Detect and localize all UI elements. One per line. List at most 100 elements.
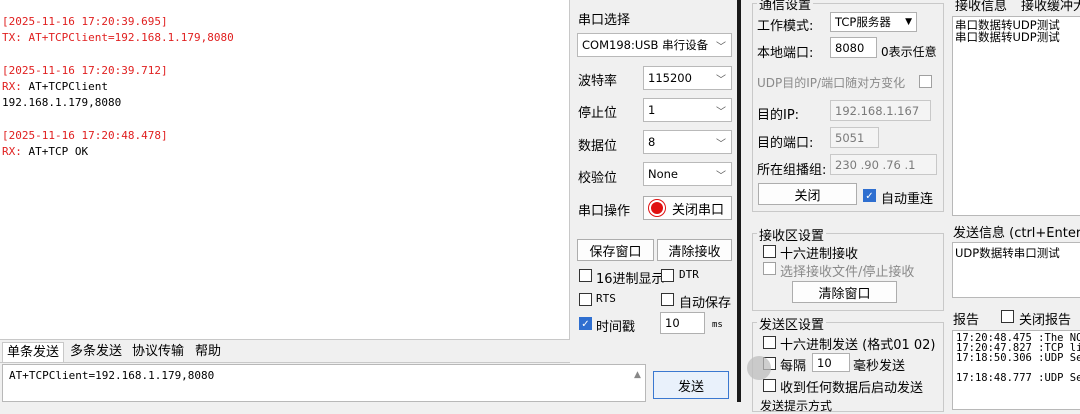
interval-input[interactable]: 10 [812, 353, 850, 372]
close-port-label: 关闭串口 [671, 202, 724, 218]
port-select[interactable]: COM198:USB 串行设备 ﹀ [577, 33, 732, 57]
send-button[interactable]: 发送 [653, 371, 729, 399]
local-port-input[interactable]: 8080 [830, 37, 877, 58]
report-box[interactable]: 17:20:48.475 :The NO 17:20:47.827 :TCP li… [952, 330, 1080, 410]
port-hint: 0表示任意 [881, 45, 937, 59]
recv-file-checkbox[interactable] [763, 262, 776, 275]
hex-display-checkbox[interactable] [579, 269, 592, 282]
auto-reconnect-checkbox[interactable]: ✓ [863, 189, 876, 202]
recv-line: 串口数据转UDP测试 [955, 30, 1060, 44]
parity-label: 校验位 [578, 171, 618, 186]
chevron-down-icon: ﹀ [716, 171, 726, 182]
auto-reconnect-label: 自动重连 [881, 192, 934, 207]
chevron-down-icon: ﹀ [716, 42, 726, 53]
send-button-label: 发送 [677, 379, 704, 395]
record-icon [650, 202, 663, 214]
clear-recv-button[interactable]: 清除接收 [657, 239, 732, 261]
recv-buffer-label: 接收缓冲大 [1021, 0, 1080, 14]
close-report-label: 关闭报告 [1019, 313, 1072, 328]
send-input[interactable]: AT+TCPClient=192.168.1.179,8080 [2, 364, 646, 402]
group-label: 所在组播组: [757, 163, 827, 178]
send-on-recv-label: 收到任何数据后启动发送 [780, 381, 924, 396]
data-label: 数据位 [578, 139, 618, 154]
clear-recv-label: 清除接收 [668, 244, 721, 260]
window-divider [737, 0, 741, 402]
parity-select[interactable]: None ﹀ [643, 162, 732, 186]
op-label: 串口操作 [578, 204, 631, 219]
data-select[interactable]: 8 ﹀ [643, 130, 732, 154]
tab-single-send[interactable]: 单条发送 [2, 342, 65, 362]
ip-label: 目的IP: [757, 108, 800, 123]
baud-value: 115200 [648, 71, 692, 85]
serial-title: 串口选择 [578, 13, 631, 28]
log-line: TX: AT+TCPClient=192.168.1.179,8080 [2, 31, 234, 44]
recv-settings-title: 接收区设置 [757, 225, 827, 244]
dest-ip-value: 192.168.1.167 [835, 103, 920, 118]
rts-label: RTS [596, 292, 616, 305]
mode-select[interactable]: TCP服务器 ▼ [830, 12, 917, 32]
report-line: 17:18:50.306 :UDP Se [956, 352, 1080, 364]
receive-log[interactable]: [2025-11-16 17:20:39.695] TX: AT+TCPClien… [0, 0, 570, 340]
clear-window-button[interactable]: 清除窗口 [792, 281, 897, 303]
wechat-logo-icon [747, 356, 771, 380]
parity-value: None [648, 167, 679, 181]
port-value: COM198:USB 串行设备 [582, 38, 709, 52]
baud-select[interactable]: 115200 ﹀ [643, 66, 732, 90]
chevron-down-icon: ﹀ [716, 75, 726, 86]
send-on-recv-checkbox[interactable] [763, 379, 776, 392]
multicast-input[interactable]: 230 .90 .76 .1 [830, 154, 937, 175]
hex-send-checkbox[interactable] [763, 336, 776, 349]
close-report-checkbox[interactable] [1001, 310, 1014, 323]
rts-checkbox[interactable] [579, 293, 592, 306]
close-port-button[interactable]: 关闭串口 [643, 196, 732, 220]
send-tabs: 单条发送 多条发送 协议传输 帮助 [0, 341, 570, 363]
send-input-text: AT+TCPClient=192.168.1.179,8080 [9, 369, 215, 382]
port-label: 本地端口: [757, 46, 814, 61]
scroll-up-icon[interactable]: ▲ [634, 370, 641, 380]
log-line: [2025-11-16 17:20:39.695] [2, 15, 168, 28]
dtr-checkbox[interactable] [661, 269, 674, 282]
recv-info-box[interactable]: 串口数据转UDP测试 串口数据转UDP测试 [952, 16, 1080, 216]
hex-recv-checkbox[interactable] [763, 245, 776, 258]
net-close-button[interactable]: 关闭 [758, 183, 857, 205]
report-line: 17:18:48.777 :UDP Se [956, 372, 1080, 384]
stop-label: 停止位 [578, 106, 618, 121]
send-cut-label: 发送提示方式 [760, 399, 833, 413]
net-settings-title: 通信设置 [757, 0, 814, 13]
log-line: 192.168.1.179,8080 [2, 96, 122, 109]
local-port-value: 8080 [835, 40, 865, 55]
udp-random-checkbox[interactable] [919, 75, 932, 88]
dtr-label: DTR [679, 268, 699, 281]
auto-save-label: 自动保存 [679, 296, 732, 311]
log-line: [2025-11-16 17:20:39.712] [2, 64, 168, 77]
tab-protocol[interactable]: 协议传输 [128, 342, 188, 362]
interval-unit: 毫秒发送 [853, 359, 906, 374]
hex-display-label: 16进制显示 [596, 272, 665, 287]
data-value: 8 [648, 135, 656, 149]
stop-value: 1 [648, 103, 656, 117]
clear-window-label: 清除窗口 [818, 286, 871, 302]
timestamp-checkbox[interactable]: ✓ [579, 317, 592, 330]
udp-random-label: UDP目的IP/端口随对方变化 [757, 76, 906, 90]
dest-port-input[interactable]: 5051 [830, 127, 879, 148]
log-line: RX: AT+TCP OK [2, 145, 89, 158]
timestamp-input[interactable]: 10 [660, 312, 705, 334]
dport-label: 目的端口: [757, 136, 814, 151]
timestamp-unit: ms [712, 320, 723, 330]
send-info-box[interactable]: UDP数据转串口测试 [952, 242, 1080, 298]
send-info-text: UDP数据转串口测试 [955, 246, 1060, 260]
auto-save-checkbox[interactable] [661, 293, 674, 306]
net-close-label: 关闭 [794, 188, 821, 204]
save-window-label: 保存窗口 [589, 244, 642, 260]
dest-ip-input[interactable]: 192.168.1.167 [830, 100, 931, 121]
hex-send-label: 十六进制发送 (格式01 02) [780, 338, 936, 353]
dest-port-value: 5051 [835, 130, 865, 145]
tab-help[interactable]: 帮助 [191, 342, 225, 362]
stop-select[interactable]: 1 ﹀ [643, 98, 732, 122]
report-title: 报告 [953, 313, 980, 328]
log-line: RX: AT+TCPClient [2, 80, 108, 93]
recv-info-title: 接收信息 [955, 0, 1008, 14]
dropdown-arrow-icon: ▼ [905, 17, 912, 27]
save-window-button[interactable]: 保存窗口 [577, 239, 654, 261]
tab-multi-send[interactable]: 多条发送 [66, 342, 126, 362]
